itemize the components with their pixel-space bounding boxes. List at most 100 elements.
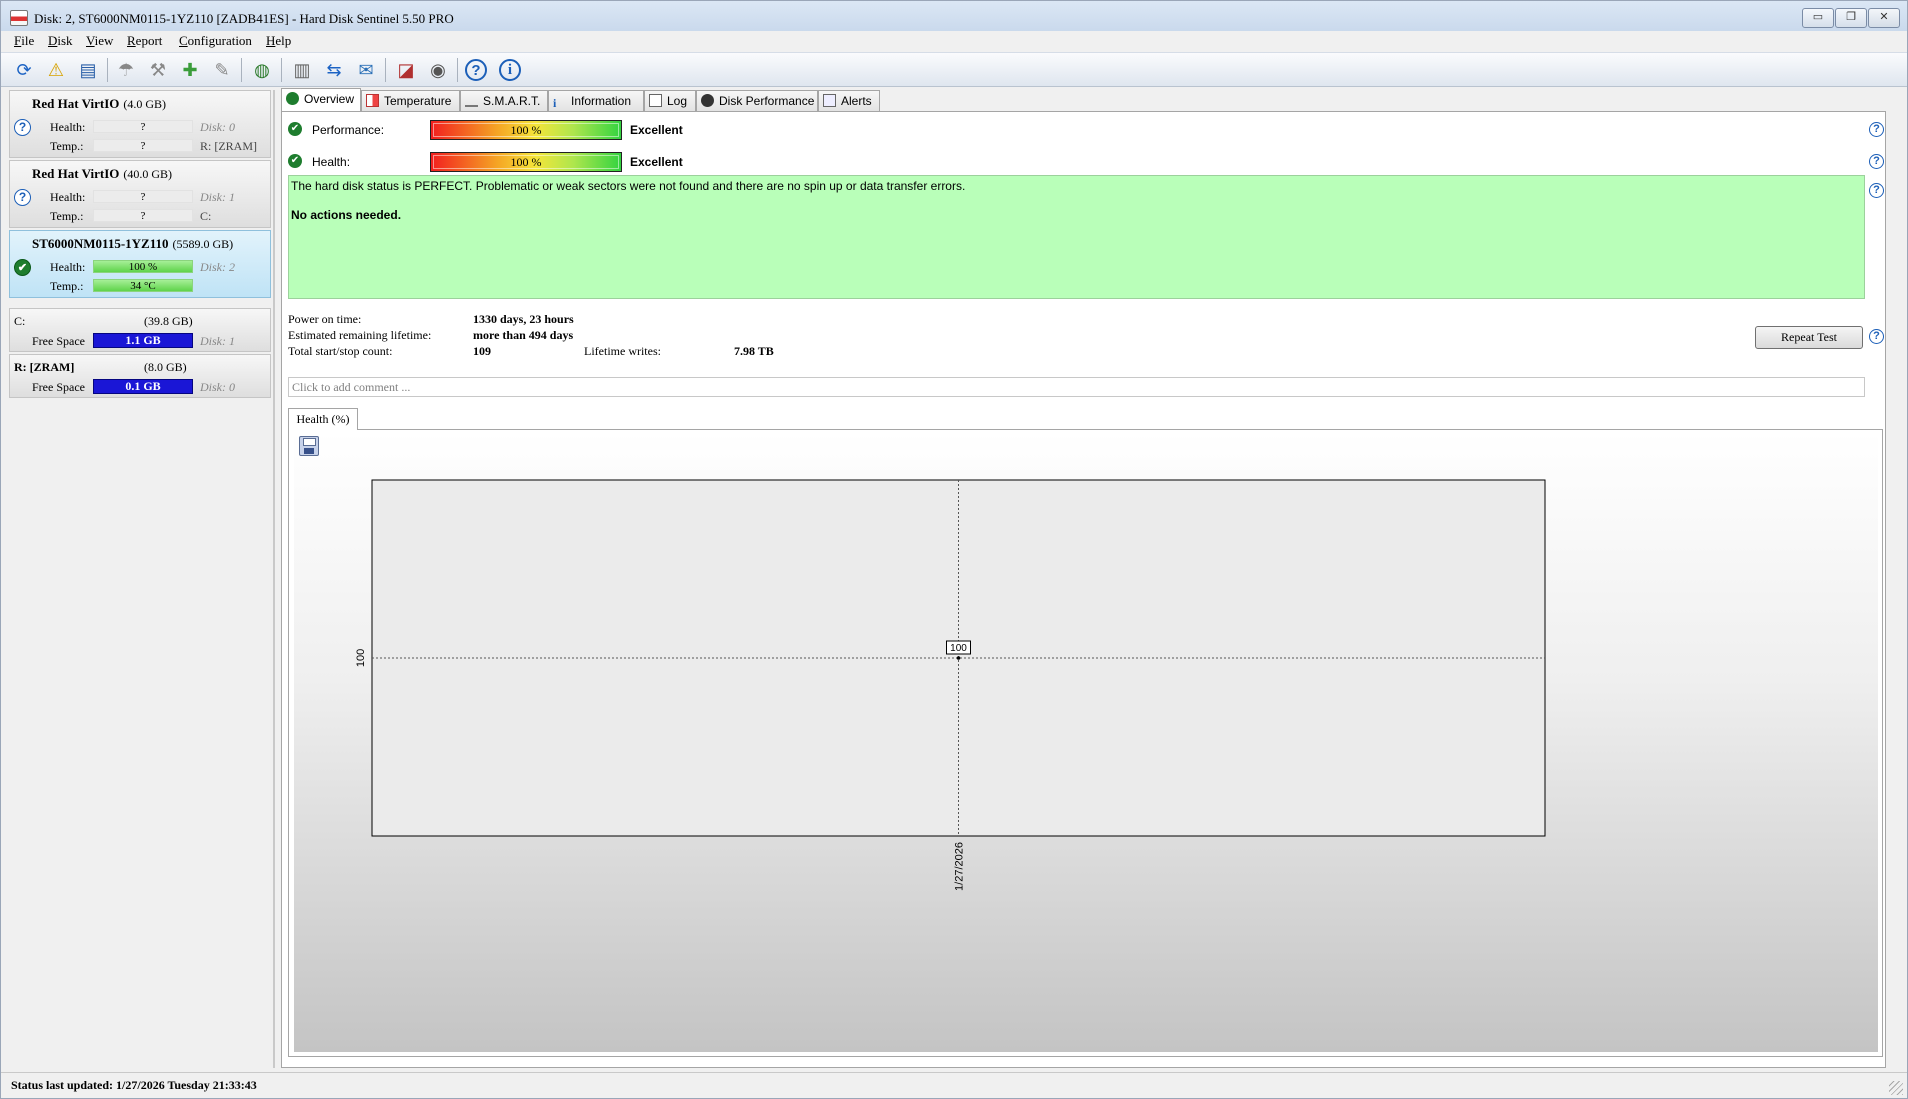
disk-name: ST6000NM0115-1YZ110 (5589.0 GB) — [32, 236, 234, 251]
temp-label: Temp.: — [50, 209, 84, 223]
toolbar-separator — [241, 58, 242, 82]
panel-splitter[interactable] — [273, 90, 275, 1068]
help-icon[interactable]: ? — [1869, 122, 1884, 137]
data-point — [956, 656, 961, 660]
tab-temperature[interactable]: Temperature — [361, 90, 460, 111]
performance-bar: 100 % — [430, 120, 622, 140]
free-space-label: Free Space — [32, 334, 85, 348]
disk-card-0[interactable]: Red Hat VirtIO (4.0 GB) ? Health: ? Disk:… — [9, 90, 271, 158]
web-icon[interactable]: ◍ — [249, 57, 275, 83]
send-report-icon[interactable]: ✉ — [353, 57, 379, 83]
menu-bar: File Disk View Report Configuration Help — [1, 31, 1907, 51]
free-space-bar: 0.1 GB — [93, 379, 193, 394]
health-bar: ? — [93, 190, 193, 203]
disk-ref: Disk: 1 — [200, 334, 235, 348]
disk-ref: Disk: 2 — [200, 260, 235, 274]
disk-size: (5589.0 GB) — [172, 237, 234, 251]
text-report-icon[interactable]: ▥ — [289, 57, 315, 83]
volume-card-c[interactable]: C: (39.8 GB) Free Space 1.1 GB Disk: 1 — [9, 308, 271, 352]
tools-icon[interactable]: ✎ — [209, 57, 235, 83]
x-tick-label: 1/27/2026 — [954, 842, 966, 891]
menu-report[interactable]: Report — [127, 33, 162, 49]
health-label: Health: — [50, 260, 86, 274]
tab-disk-performance[interactable]: Disk Performance — [696, 90, 818, 111]
help-icon[interactable]: ? — [1869, 329, 1884, 344]
app-icon — [10, 10, 28, 26]
unknown-status-icon: ? — [14, 119, 31, 136]
alert-icon[interactable]: ⚠ — [43, 57, 69, 83]
tab-information[interactable]: i Information — [548, 90, 644, 111]
unknown-status-icon: ? — [14, 189, 31, 206]
disk-card-2[interactable]: ST6000NM0115-1YZ110 (5589.0 GB) ✔ Health:… — [9, 230, 271, 298]
remaining-lifetime-value: more than 494 days — [473, 328, 574, 342]
performance-label: Performance: — [312, 123, 385, 137]
minimize-button[interactable]: ▭ — [1802, 8, 1834, 28]
disk-report-icon[interactable]: ▤ — [75, 57, 101, 83]
volume-ref: R: [ZRAM] — [200, 139, 257, 153]
temp-bar: 34 °C — [93, 279, 193, 292]
sound-icon[interactable]: ◉ — [425, 57, 451, 83]
disk-card-1[interactable]: Red Hat VirtIO (40.0 GB) ? Health: ? Disk… — [9, 160, 271, 228]
volume-size: (8.0 GB) — [144, 360, 187, 374]
health-label: Health: — [312, 155, 351, 169]
health-bar: ? — [93, 120, 193, 133]
status-bar: Status last updated: 1/27/2026 Tuesday 2… — [1, 1072, 1907, 1098]
close-button[interactable]: ✕ — [1868, 8, 1900, 28]
info-icon: i — [553, 96, 557, 110]
disk-size: (40.0 GB) — [123, 167, 173, 181]
performance-ok-icon: ✔ — [288, 122, 302, 136]
toolbar-separator — [281, 58, 282, 82]
disk-size: (4.0 GB) — [123, 97, 167, 111]
menu-view[interactable]: View — [86, 33, 113, 49]
refresh-icon[interactable]: ⟳ — [11, 57, 37, 83]
temp-bar: ? — [93, 139, 193, 152]
performance-rating: Excellent — [630, 123, 683, 137]
tab-alerts[interactable]: Alerts — [818, 90, 880, 111]
lifetime-writes-value: 7.98 TB — [734, 344, 774, 358]
toolbar-separator — [107, 58, 108, 82]
info-icon[interactable]: i — [499, 59, 521, 81]
menu-configuration[interactable]: Configuration — [179, 33, 252, 49]
health-label: Health: — [50, 190, 86, 204]
menu-disk[interactable]: Disk — [48, 33, 73, 49]
health-chart: 100 1/27/2026 100 — [355, 479, 1546, 891]
menu-help[interactable]: Help — [266, 33, 291, 49]
tab-overview[interactable]: Overview — [281, 88, 361, 111]
restore-button[interactable]: ❐ — [1835, 8, 1867, 28]
disk-control-icon[interactable]: ◪ — [393, 57, 419, 83]
surface-test-icon[interactable]: ⚒ — [145, 57, 171, 83]
resize-grip[interactable] — [1889, 1081, 1903, 1095]
sync-icon[interactable]: ⇆ — [321, 57, 347, 83]
disk-test-icon[interactable]: ☂ — [113, 57, 139, 83]
help-icon[interactable]: ? — [1869, 154, 1884, 169]
health-label: Health: — [50, 120, 86, 134]
repeat-test-button[interactable]: Repeat Test — [1755, 326, 1863, 349]
toolbar: ⟳ ⚠ ▤ ☂ ⚒ ✚ ✎ ◍ ▥ ⇆ ✉ ◪ ◉ ? i — [1, 52, 1907, 87]
status-message: The hard disk status is PERFECT. Problem… — [291, 179, 966, 193]
start-stop-value: 109 — [473, 344, 491, 358]
tab-log[interactable]: Log — [644, 90, 696, 111]
tab-smart[interactable]: S.M.A.R.T. — [460, 90, 548, 111]
temp-label: Temp.: — [50, 139, 84, 153]
disk-list-panel: Red Hat VirtIO (4.0 GB) ? Health: ? Disk:… — [9, 90, 271, 1068]
overview-page: ✔ Performance: 100 % Excellent ? ✔ Healt… — [281, 111, 1886, 1068]
menu-file[interactable]: File — [14, 33, 34, 49]
toolbar-separator — [385, 58, 386, 82]
alerts-icon — [823, 94, 836, 107]
power-on-label: Power on time: — [288, 312, 362, 326]
disk-name: Red Hat VirtIO (40.0 GB) — [32, 166, 173, 181]
ok-status-icon: ✔ — [14, 259, 31, 276]
chart-tab-health[interactable]: Health (%) — [288, 408, 358, 430]
repair-icon[interactable]: ✚ — [177, 57, 203, 83]
help-icon[interactable]: ? — [1869, 183, 1884, 198]
disk-name: Red Hat VirtIO (4.0 GB) — [32, 96, 167, 111]
volume-size: (39.8 GB) — [144, 314, 193, 328]
comment-field[interactable]: Click to add comment ... — [288, 377, 1865, 397]
thermometer-icon — [366, 94, 379, 107]
status-message-box: The hard disk status is PERFECT. Problem… — [288, 175, 1865, 299]
disk-ref: Disk: 0 — [200, 120, 235, 134]
help-icon[interactable]: ? — [465, 59, 487, 81]
volume-card-zram[interactable]: R: [ZRAM] (8.0 GB) Free Space 0.1 GB Dis… — [9, 354, 271, 398]
power-on-value: 1330 days, 23 hours — [473, 312, 574, 326]
free-space-bar: 1.1 GB — [93, 333, 193, 348]
